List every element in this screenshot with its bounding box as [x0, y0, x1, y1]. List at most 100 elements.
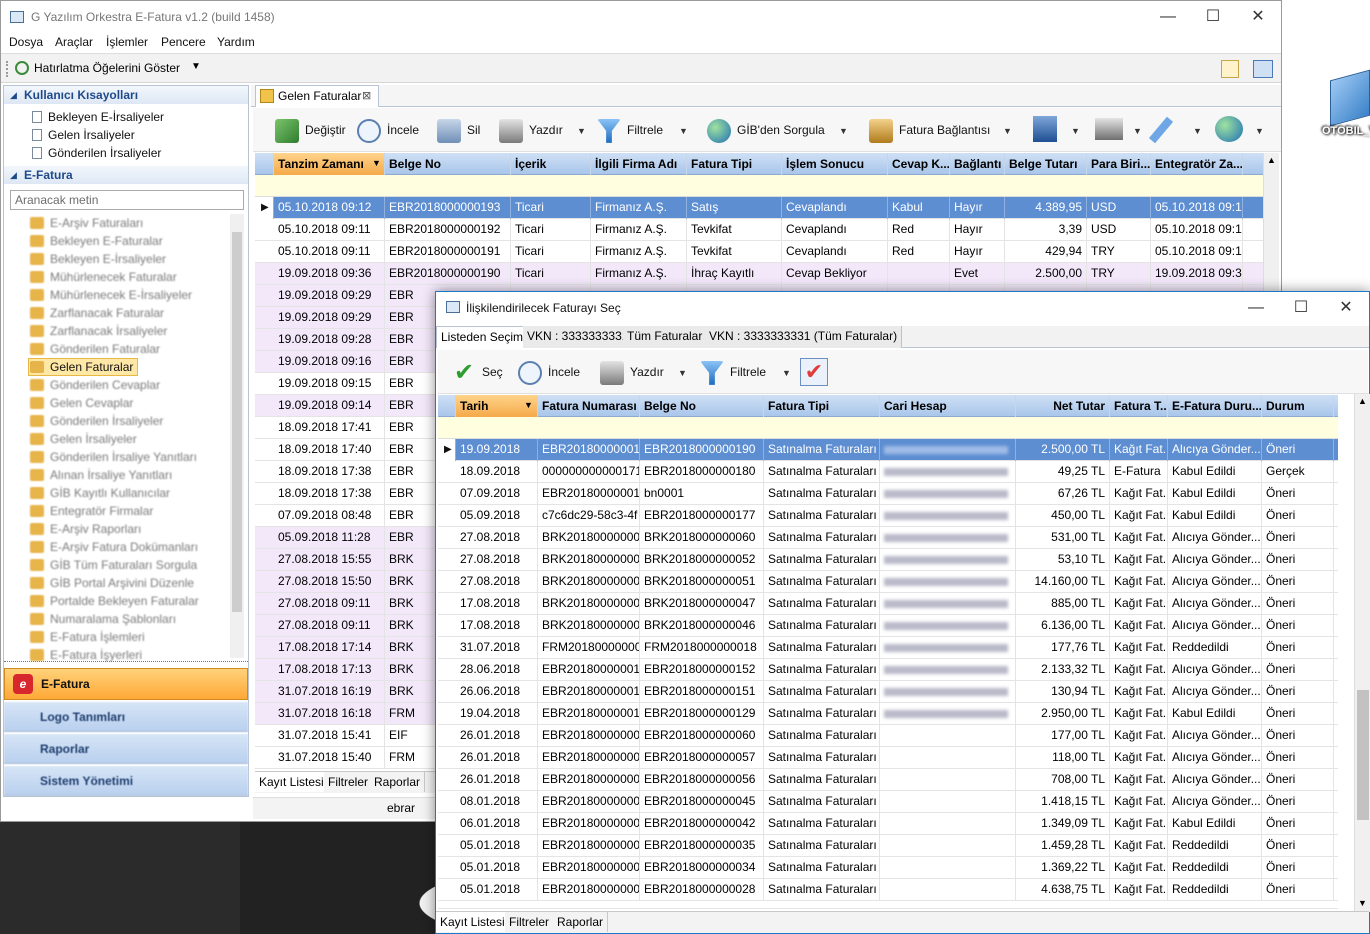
print-dropdown-icon[interactable]: ▼ [1133, 126, 1142, 136]
column-header[interactable]: İçerik [511, 153, 591, 175]
sil-button[interactable]: Sil [437, 116, 480, 144]
tab-tum-faturalar[interactable]: Tüm Faturalar [623, 326, 708, 348]
tree-item[interactable]: Gönderilen Cevaplar [30, 376, 160, 394]
column-header[interactable]: İşlem Sonucu [782, 153, 888, 175]
main-grid-scrollbar[interactable]: ▲ [1263, 153, 1279, 293]
dialog-close-button[interactable]: ✕ [1323, 296, 1369, 320]
tree-item[interactable]: Gönderilen Faturalar [30, 340, 160, 358]
table-row[interactable]: 05.10.2018 09:11 EBR2018000000191 Ticari Fi… [255, 241, 1263, 263]
close-tab-icon[interactable]: ⊠ [362, 86, 371, 106]
column-header[interactable]: Cevap K... [888, 153, 950, 175]
splitter[interactable] [4, 661, 248, 665]
table-row[interactable]: 26.01.2018 EBR20180000000... EBR2018000000… [438, 725, 1338, 747]
column-header[interactable]: Cari Hesap [880, 395, 1016, 417]
table-row[interactable]: 28.06.2018 EBR20180000001... EBR2018000000… [438, 659, 1338, 681]
menu-pencere[interactable]: Pencere [161, 35, 206, 49]
column-header[interactable]: Bağlantı [950, 153, 1005, 175]
table-row[interactable]: 26.01.2018 EBR20180000000... EBR2018000000… [438, 769, 1338, 791]
tree-item[interactable]: Portalde Bekleyen Faturalar [30, 592, 199, 610]
close-button[interactable]: ✕ [1235, 5, 1281, 29]
sort-desc-icon[interactable]: ▼ [372, 158, 381, 168]
sec-button[interactable]: ✔ Seç [452, 358, 503, 386]
table-row[interactable]: 31.07.2018FRM20180000000...FRM2018000000… [438, 637, 1338, 659]
desktop-icon-label[interactable]: OTOBIL_V [1322, 125, 1370, 137]
window-list-icon[interactable] [1253, 60, 1273, 78]
email-dropdown-icon[interactable]: ▼ [1255, 126, 1264, 136]
nav-raporlar[interactable]: Raporlar [4, 734, 248, 764]
tree-item[interactable]: Zarflanacak İrsaliyeler [30, 322, 167, 340]
dialog-yazdir-dropdown-icon[interactable]: ▼ [678, 368, 687, 378]
table-row[interactable]: 05.01.2018 EBR20180000000... EBR2018000000… [438, 857, 1338, 879]
sort-desc-icon[interactable]: ▼ [524, 400, 533, 410]
tree-item[interactable]: GİB Portal Arşivini Düzenle [30, 574, 194, 592]
tab-filtreler[interactable]: Filtreler [324, 772, 374, 792]
dialog-tab-raporlar[interactable]: Raporlar [553, 912, 609, 932]
nav-efatura[interactable]: e E-Fatura [4, 668, 248, 700]
table-row[interactable]: 27.08.2018 BRK20180000000... BRK2018000000… [438, 571, 1338, 593]
tree-item[interactable]: E-Arşiv Raporları [30, 520, 141, 538]
tree-item[interactable]: Numaralama Şablonları [30, 610, 176, 628]
collapse-arrow-icon[interactable]: ◢ [10, 166, 17, 184]
dialog-minimize-button[interactable]: — [1233, 296, 1279, 320]
table-row[interactable]: 17.08.2018 BRK20180000000... BRK2018000000… [438, 615, 1338, 637]
column-header[interactable]: Fatura Numarası [538, 395, 640, 417]
toolbar-grip[interactable] [6, 61, 8, 77]
reminder-dropdown-arrow-icon[interactable]: ▼ [191, 61, 201, 72]
column-header[interactable]: Fatura T... [1110, 395, 1168, 417]
maximize-button[interactable]: ☐ [1190, 5, 1236, 29]
tree-item[interactable]: Mühürlenecek Faturalar [30, 268, 177, 286]
tab-vkn-tum-faturalar[interactable]: VKN : 3333333331 (Tüm Faturalar) [705, 326, 903, 348]
table-row[interactable]: 19.04.2018 EBR20180000001... EBR2018000000… [438, 703, 1338, 725]
shortcuts-header[interactable]: ◢ Kullanıcı Kısayolları [4, 86, 248, 104]
tree-scrollbar-thumb[interactable] [232, 232, 242, 612]
tab-kayit-listesi[interactable]: Kayıt Listesi [255, 772, 329, 792]
save-icon[interactable] [1033, 116, 1057, 142]
tab-raporlar[interactable]: Raporlar [370, 772, 426, 792]
column-header[interactable]: Belge No [385, 153, 511, 175]
menu-araclar[interactable]: Araçlar [55, 35, 93, 49]
dialog-scrollbar-thumb[interactable] [1357, 690, 1369, 820]
tree-item[interactable]: Mühürlenecek E-İrsaliyeler [30, 286, 192, 304]
tree-item[interactable]: E-Arşiv Fatura Dokümanları [30, 538, 198, 556]
collapse-arrow-icon[interactable]: ◢ [10, 86, 17, 104]
dialog-incele-button[interactable]: İncele [518, 358, 580, 386]
table-row[interactable]: ▶ 19.09.2018 EBR20180000001... EBR201800000… [438, 439, 1338, 461]
degistir-button[interactable]: Değiştir [275, 116, 346, 144]
table-row[interactable]: 06.01.2018 EBR20180000000... EBR2018000000… [438, 813, 1338, 835]
tree-item[interactable]: Gelen Cevaplar [30, 394, 133, 412]
menu-yardim[interactable]: Yardım [217, 35, 255, 49]
column-header[interactable]: Belge Tutarı [1005, 153, 1087, 175]
dialog-yazdir-button[interactable]: Yazdır [600, 358, 664, 386]
print-icon[interactable] [1095, 118, 1123, 140]
gib-dropdown-icon[interactable]: ▼ [839, 126, 848, 136]
yazdir-dropdown-icon[interactable]: ▼ [577, 126, 586, 136]
grid-filter-row[interactable] [255, 175, 1263, 197]
dialog-tab-kayit-listesi[interactable]: Kayıt Listesi [436, 912, 510, 932]
shortcut-item[interactable]: Gönderilen İrsaliyeler [32, 144, 161, 162]
column-header[interactable]: Tanzim Zamanı [274, 153, 385, 175]
filtrele-dropdown-icon[interactable]: ▼ [679, 126, 688, 136]
column-header[interactable]: Belge No [640, 395, 764, 417]
save-dropdown-icon[interactable]: ▼ [1071, 126, 1080, 136]
column-header[interactable]: Fatura Tipi [764, 395, 880, 417]
tree-item[interactable]: Entegratör Firmalar [30, 502, 153, 520]
incele-button[interactable]: İncele [357, 116, 419, 144]
table-row[interactable]: 27.08.2018 BRK20180000000... BRK2018000000… [438, 527, 1338, 549]
column-header[interactable]: İlgili Firma Adı [591, 153, 687, 175]
tab-gelen-faturalar[interactable]: Gelen Faturalar ⊠ [255, 85, 379, 107]
menu-islemler[interactable]: İşlemler [106, 35, 148, 49]
column-header[interactable]: Durum [1262, 395, 1334, 417]
pen-dropdown-icon[interactable]: ▼ [1193, 126, 1202, 136]
nav-logo-tanimlari[interactable]: Logo Tanımları [4, 702, 248, 732]
checklist-icon[interactable]: ✔ [800, 358, 828, 386]
table-row[interactable]: 08.01.2018 EBR20180000000... EBR2018000000… [438, 791, 1338, 813]
table-row[interactable]: 05.09.2018 c7c6dc29-58c3-4f EBR20180000001… [438, 505, 1338, 527]
table-row[interactable]: 19.09.2018 09:36 EBR2018000000190 Ticari Fi… [255, 263, 1263, 285]
tree-item[interactable]: Bekleyen E-İrsaliyeler [30, 250, 166, 268]
tree-item[interactable]: Gönderilen İrsaliyeler [30, 412, 163, 430]
column-header[interactable]: E-Fatura Duru... [1168, 395, 1262, 417]
pen-icon[interactable] [1148, 116, 1174, 144]
column-header[interactable]: Net Tutar [1016, 395, 1110, 417]
baglanti-dropdown-icon[interactable]: ▼ [1003, 126, 1012, 136]
layout-icon[interactable] [1221, 60, 1239, 78]
